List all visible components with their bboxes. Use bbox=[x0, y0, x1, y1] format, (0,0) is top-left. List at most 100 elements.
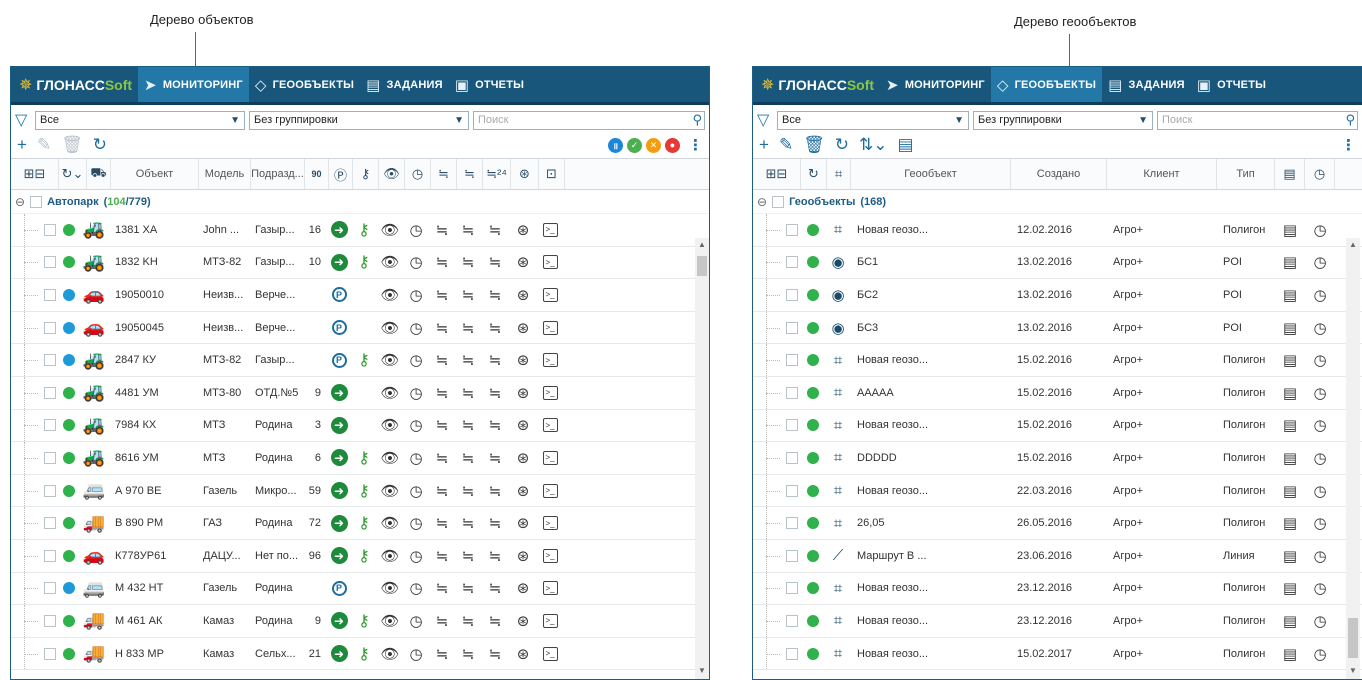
object-name[interactable]: 8616 УМ bbox=[109, 442, 197, 474]
track-alt-icon[interactable]: ≒ bbox=[457, 159, 483, 189]
funnel-icon[interactable]: ▽ bbox=[757, 110, 773, 130]
parking-icon[interactable]: P bbox=[327, 344, 351, 376]
ignition-key-icon[interactable]: ⚷ bbox=[351, 540, 377, 572]
binoculars-icon[interactable]: 👁 bbox=[377, 442, 403, 474]
track-icon[interactable]: ≒ bbox=[429, 605, 455, 637]
geofence-report-icon[interactable]: ▤ bbox=[1275, 410, 1305, 442]
geofence-report-icon[interactable]: ▤ bbox=[1275, 540, 1305, 572]
table-row[interactable]: ◉ БС2 13.02.2016 Агро+ POI ▤ ◷ bbox=[753, 279, 1362, 312]
object-name[interactable]: 4481 УМ bbox=[109, 377, 197, 409]
table-row[interactable]: 🚗 К778УР61 ДАЦУ... Нет по... 96 ➜ ⚷ 👁 ◷ ≒ ≒ ≒ ⊛ >_ bbox=[11, 539, 709, 573]
geoobject-name[interactable]: Маршрут В ... bbox=[851, 540, 1011, 572]
track-24h-icon[interactable]: ≒ bbox=[481, 214, 509, 246]
track-alt-icon[interactable]: ≒ bbox=[455, 214, 481, 246]
more-icon[interactable]: ⋮ bbox=[1341, 136, 1356, 154]
search-icon[interactable]: ⚲ bbox=[1345, 112, 1355, 128]
history-icon[interactable]: ◷ bbox=[1305, 214, 1335, 246]
history-icon[interactable]: ◷ bbox=[1305, 410, 1335, 442]
grouping-select[interactable]: Без группировки ▼ bbox=[973, 110, 1153, 130]
history-icon[interactable]: ◷ bbox=[1305, 638, 1335, 670]
track-24h-icon[interactable]: ≒ bbox=[481, 312, 509, 344]
steering-wheel-icon[interactable]: ⊛ bbox=[509, 605, 537, 637]
track-24h-icon[interactable]: ≒ bbox=[481, 344, 509, 376]
table-row[interactable]: 🚐 А 970 ВЕ Газель Микро... 59 ➜ ⚷ 👁 ◷ ≒ ≒ ≒ ⊛ >_ bbox=[11, 474, 709, 508]
steering-wheel-icon[interactable]: ⊛ bbox=[509, 573, 537, 605]
brand-logo[interactable]: ✵ ГЛОНАСС Soft bbox=[753, 67, 880, 102]
scroll-up-icon[interactable]: ▲ bbox=[695, 240, 709, 249]
row-checkbox[interactable] bbox=[44, 582, 56, 595]
nav-tasks[interactable]: ▤ ЗАДАНИЯ bbox=[360, 67, 449, 102]
row-checkbox[interactable] bbox=[786, 354, 798, 367]
object-name[interactable]: 1832 KH bbox=[109, 247, 197, 279]
ignition-key-icon[interactable]: ⚷ bbox=[351, 605, 377, 637]
track-alt-icon[interactable]: ≒ bbox=[455, 507, 481, 539]
terminal-icon[interactable]: >_ bbox=[542, 483, 558, 498]
row-checkbox[interactable] bbox=[786, 419, 798, 432]
nav-reports[interactable]: ▣ ОТЧЕТЫ bbox=[449, 67, 530, 102]
moving-icon[interactable]: ➜ bbox=[327, 377, 351, 409]
history-icon[interactable]: ◷ bbox=[403, 410, 429, 442]
column-object[interactable]: Объект bbox=[111, 159, 199, 189]
steering-wheel-icon[interactable]: ⊛ bbox=[509, 638, 537, 670]
history-icon[interactable]: ◷ bbox=[403, 638, 429, 670]
geofence-report-icon[interactable]: ▤ bbox=[1275, 344, 1305, 376]
terminal-icon[interactable]: >_ bbox=[542, 450, 558, 465]
scroll-down-icon[interactable]: ▼ bbox=[695, 666, 709, 675]
binoculars-icon[interactable]: 👁 bbox=[377, 638, 403, 670]
track-alt-icon[interactable]: ≒ bbox=[455, 540, 481, 572]
nav-monitoring[interactable]: ➤ МОНИТОРИНГ bbox=[880, 67, 991, 102]
speed-column-icon[interactable]: 90 bbox=[305, 159, 329, 189]
geoobject-name[interactable]: Новая геозо... bbox=[851, 638, 1011, 670]
row-checkbox[interactable] bbox=[786, 517, 798, 530]
object-name[interactable]: М 461 АК bbox=[109, 605, 197, 637]
track-alt-icon[interactable]: ≒ bbox=[455, 475, 481, 507]
nav-reports[interactable]: ▣ ОТЧЕТЫ bbox=[1191, 67, 1272, 102]
table-row[interactable]: 🚜 1832 KH МТЗ-82 Газыр... 10 ➜ ⚷ 👁 ◷ ≒ ≒ ≒ ⊛ >_ bbox=[11, 246, 709, 280]
row-checkbox[interactable] bbox=[786, 256, 798, 269]
ignition-key-icon[interactable]: ⚷ bbox=[353, 159, 379, 189]
pause-status-icon[interactable]: ॥ bbox=[608, 137, 623, 153]
binoculars-icon[interactable]: 👁 bbox=[377, 344, 403, 376]
ok-status-icon[interactable]: ✓ bbox=[627, 137, 642, 153]
row-checkbox[interactable] bbox=[44, 647, 56, 660]
track-alt-icon[interactable]: ≒ bbox=[455, 573, 481, 605]
history-icon[interactable]: ◷ bbox=[403, 442, 429, 474]
history-icon[interactable]: ◷ bbox=[1305, 279, 1335, 311]
table-row[interactable]: ◉ БС3 13.02.2016 Агро+ POI ▤ ◷ bbox=[753, 311, 1362, 345]
terminal-icon[interactable]: ⊡ bbox=[539, 159, 565, 189]
history-icon[interactable]: ◷ bbox=[1305, 540, 1335, 572]
binoculars-icon[interactable]: 👁 bbox=[377, 247, 403, 279]
binoculars-icon[interactable]: 👁 bbox=[377, 279, 403, 311]
moving-icon[interactable]: ➜ bbox=[327, 442, 351, 474]
grouping-select[interactable]: Без группировки ▼ bbox=[249, 110, 469, 130]
filter-select[interactable]: Все ▼ bbox=[35, 110, 245, 130]
vehicle-type-icon[interactable]: ⛟ bbox=[87, 159, 111, 189]
ignition-key-icon[interactable]: ⚷ bbox=[351, 344, 377, 376]
track-alt-icon[interactable]: ≒ bbox=[455, 247, 481, 279]
ignition-key-icon[interactable]: ⚷ bbox=[351, 214, 377, 246]
delete-icon[interactable]: 🗑 bbox=[803, 135, 825, 155]
history-icon[interactable]: ◷ bbox=[403, 214, 429, 246]
moving-icon[interactable]: ➜ bbox=[327, 475, 351, 507]
geofence-report-icon[interactable]: ▤ bbox=[1275, 377, 1305, 409]
table-row[interactable]: 🚗 19050045 Неизв... Верче... P 👁 ◷ ≒ ≒ ≒ ⊛ >_ bbox=[11, 311, 709, 345]
geoobject-name[interactable]: ААААА bbox=[851, 377, 1011, 409]
search-input[interactable]: Поиск ⚲ bbox=[473, 110, 705, 130]
history-icon[interactable]: ◷ bbox=[403, 312, 429, 344]
object-name[interactable]: 19050010 bbox=[109, 279, 197, 311]
geofence-report-icon[interactable]: ▤ bbox=[1275, 507, 1305, 539]
track-icon[interactable]: ≒ bbox=[429, 247, 455, 279]
table-row[interactable]: 🚜 4481 УМ МТЗ-80 ОТД.№5 9 ➜ 👁 ◷ ≒ ≒ ≒ ⊛ >_ bbox=[11, 376, 709, 410]
track-24h-icon[interactable]: ≒ bbox=[481, 279, 509, 311]
moving-icon[interactable]: ➜ bbox=[327, 214, 351, 246]
row-checkbox[interactable] bbox=[44, 451, 56, 464]
object-name[interactable]: М 432 НТ bbox=[109, 573, 197, 605]
geofence-report-icon[interactable]: ▤ bbox=[1275, 247, 1305, 279]
row-checkbox[interactable] bbox=[44, 223, 56, 236]
table-row[interactable]: ⌗ Новая геозо... 15.02.2016 Агро+ Полигон ▤ ◷ bbox=[753, 409, 1362, 443]
refresh-icon[interactable]: ↻ bbox=[835, 135, 849, 155]
track-24h-icon[interactable]: ≒ bbox=[481, 573, 509, 605]
object-name[interactable]: А 970 ВЕ bbox=[109, 475, 197, 507]
history-icon[interactable]: ◷ bbox=[1305, 507, 1335, 539]
track-alt-icon[interactable]: ≒ bbox=[455, 344, 481, 376]
